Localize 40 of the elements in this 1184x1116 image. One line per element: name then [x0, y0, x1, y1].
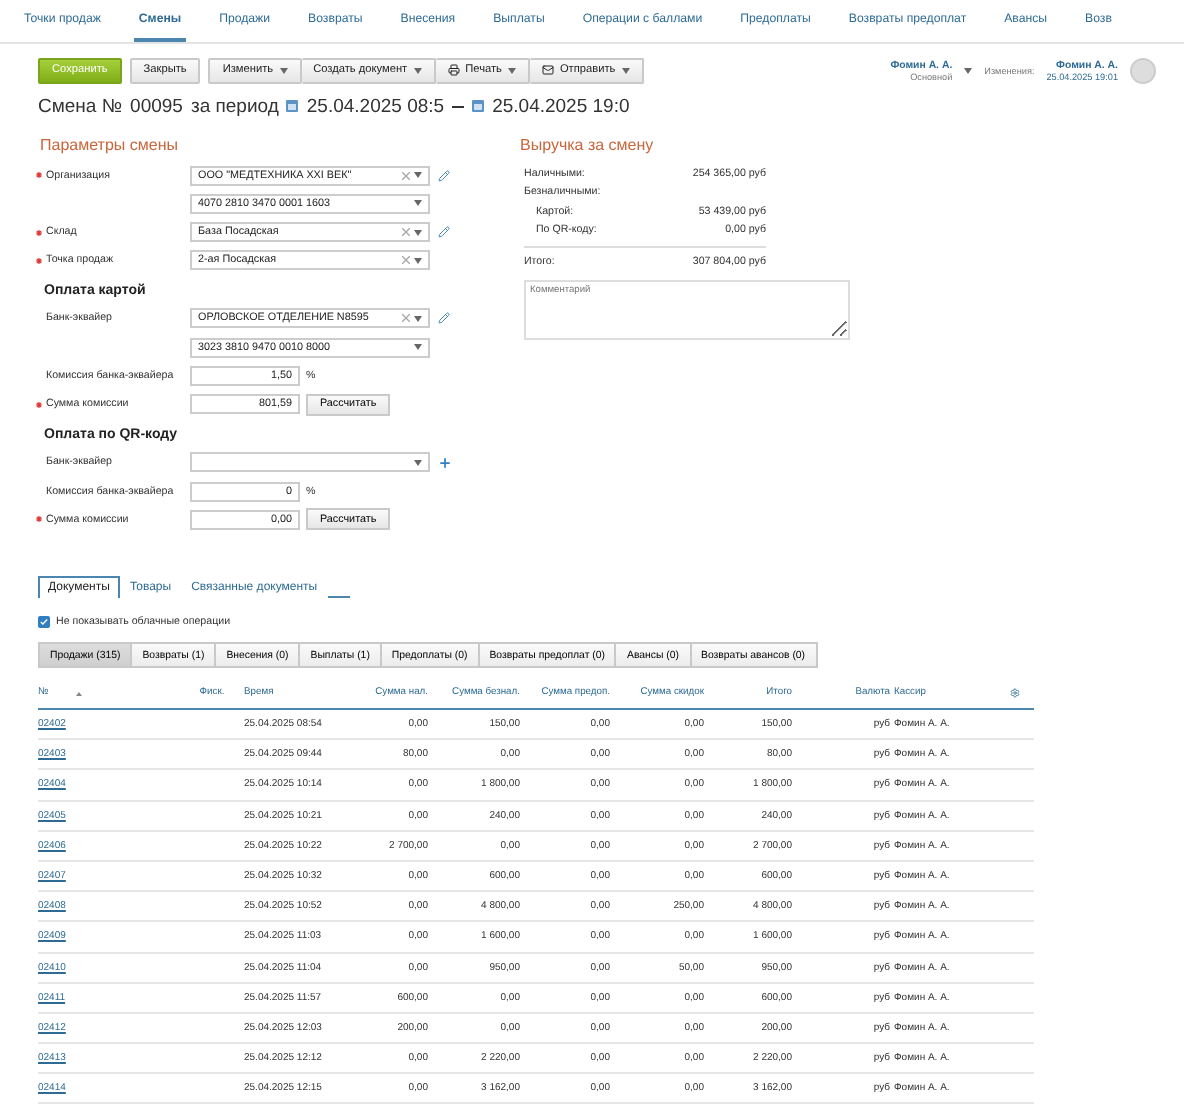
clear-icon[interactable]	[402, 228, 410, 237]
caret-icon	[414, 229, 422, 236]
envelope-icon	[541, 64, 554, 76]
calendar-icon[interactable]	[286, 100, 299, 112]
checkbox[interactable]	[38, 616, 50, 628]
end-date[interactable]: 25.04.2025 19:0	[492, 95, 630, 117]
pencil-icon[interactable]	[438, 226, 450, 239]
required-icon	[36, 257, 42, 264]
pencil-icon[interactable]	[438, 312, 450, 325]
caret-icon	[621, 67, 630, 73]
start-date[interactable]: 25.04.2025 08:5	[306, 95, 445, 117]
shift-number: 00095	[130, 95, 183, 117]
settings-icon[interactable]	[1010, 688, 1020, 698]
required-icon	[36, 229, 42, 236]
caret-icon	[413, 67, 422, 73]
clear-icon[interactable]	[402, 256, 410, 265]
period-label: за период	[190, 95, 279, 117]
printer-icon	[447, 64, 460, 76]
caret-icon	[414, 172, 422, 178]
pencil-icon[interactable]	[438, 169, 450, 181]
caret-icon	[414, 200, 422, 207]
title-prefix: Смена №	[38, 95, 123, 117]
section-heading: Выручка за смену	[520, 136, 656, 154]
caret-icon	[964, 67, 973, 73]
section-heading: Параметры смены	[40, 136, 180, 154]
avatar	[1130, 57, 1156, 83]
required-icon	[36, 172, 42, 178]
required-icon	[36, 516, 42, 523]
select-field[interactable]	[190, 452, 430, 473]
caret-icon	[279, 67, 288, 73]
clear-icon[interactable]	[402, 314, 410, 323]
caret-icon	[414, 315, 422, 322]
caret-icon	[507, 67, 516, 73]
calendar-icon[interactable]	[472, 100, 485, 112]
caret-icon	[414, 344, 422, 351]
plus-icon[interactable]	[438, 455, 452, 470]
caret-icon	[414, 257, 422, 264]
caret-icon	[414, 459, 422, 466]
clear-icon[interactable]	[402, 171, 410, 179]
required-icon	[36, 401, 42, 408]
